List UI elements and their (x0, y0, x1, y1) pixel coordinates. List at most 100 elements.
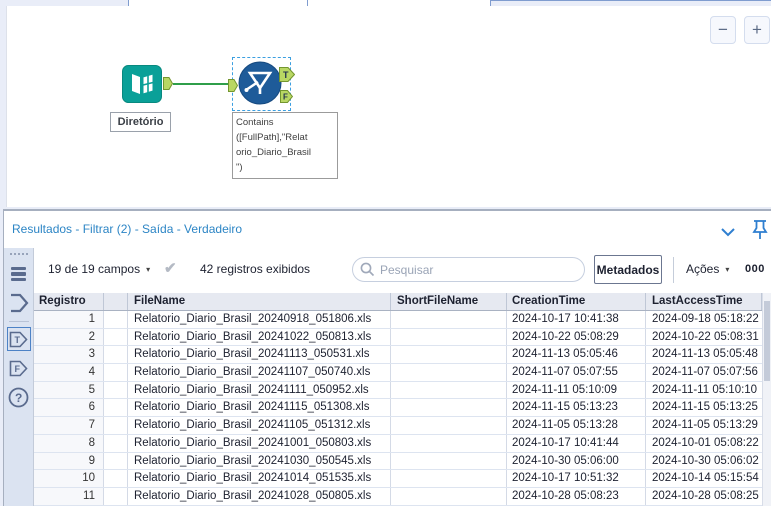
false-anchor-button[interactable]: F (7, 356, 31, 380)
cell-creationtime[interactable]: 2024-10-17 10:51:32 (507, 470, 646, 487)
cell-registro[interactable]: 1 (34, 311, 104, 328)
directory-output-anchor[interactable] (163, 77, 174, 95)
cell-shortfilename[interactable] (391, 487, 507, 505)
cell-registro[interactable]: 2 (34, 328, 104, 346)
collapse-chevron-icon[interactable] (721, 224, 735, 242)
filter-input-anchor[interactable] (228, 79, 239, 97)
cell-filename[interactable]: Relatorio_Diario_Brasil_20241113_050531.… (128, 346, 391, 364)
cell-shortfilename[interactable] (391, 434, 507, 452)
cell-shortfilename[interactable] (391, 328, 507, 346)
cell-shortfilename[interactable] (391, 311, 507, 328)
cell-shortfilename[interactable] (391, 452, 507, 470)
cell-gutter[interactable] (104, 417, 128, 434)
cell-lastaccesstime[interactable]: 2024-09-18 05:18:22 (646, 311, 762, 328)
cell-shortfilename[interactable] (391, 399, 507, 417)
cell-lastaccesstime[interactable]: 2024-10-01 05:08:22 (646, 435, 762, 452)
search-input[interactable] (352, 257, 585, 282)
cell-registro[interactable]: 4 (34, 364, 104, 381)
cell-lastaccesstime[interactable]: 2024-10-30 05:06:02 (646, 453, 762, 470)
cell-shortfilename[interactable] (391, 470, 507, 487)
cell-registro[interactable]: 7 (34, 417, 104, 434)
cell-gutter[interactable] (104, 487, 128, 505)
cell-creationtime[interactable]: 2024-11-13 05:05:46 (507, 346, 646, 364)
cell-filename[interactable]: Relatorio_Diario_Brasil_20240918_051806.… (128, 311, 391, 328)
cell-registro[interactable]: 8 (34, 434, 104, 452)
column-header-filename[interactable]: FileName (128, 293, 391, 310)
cell-gutter[interactable] (104, 364, 128, 381)
cell-gutter[interactable] (104, 328, 128, 346)
cell-creationtime[interactable]: 2024-10-17 10:41:38 (507, 311, 646, 328)
plus-icon: + (752, 20, 762, 39)
cell-gutter[interactable] (104, 399, 128, 417)
input-connection-button[interactable] (7, 291, 31, 315)
zoom-in-button[interactable]: + (744, 16, 770, 44)
cell-gutter[interactable] (104, 381, 128, 399)
cell-registro[interactable]: 11 (34, 487, 104, 505)
true-anchor-button[interactable]: T (6, 327, 31, 351)
cell-filename[interactable]: Relatorio_Diario_Brasil_20241022_050813.… (128, 328, 391, 346)
cell-lastaccesstime[interactable]: 2024-11-15 05:13:25 (646, 399, 762, 416)
metadata-button[interactable]: Metadados (594, 255, 662, 284)
drag-handle[interactable] (9, 251, 28, 257)
cell-creationtime[interactable]: 2024-10-30 05:06:00 (507, 452, 646, 470)
cell-shortfilename[interactable] (391, 381, 507, 399)
cell-lastaccesstime[interactable]: 2024-10-14 05:15:54 (646, 470, 762, 487)
cell-creationtime[interactable]: 2024-11-11 05:10:09 (507, 381, 646, 399)
fields-dropdown[interactable]: 19 de 19 campos ▾ (48, 262, 150, 276)
svg-text:F: F (15, 364, 21, 374)
cell-filename[interactable]: Relatorio_Diario_Brasil_20241014_051535.… (128, 470, 391, 487)
cell-lastaccesstime[interactable]: 2024-11-05 05:13:29 (646, 417, 762, 434)
cell-shortfilename[interactable] (391, 346, 507, 364)
cell-lastaccesstime[interactable]: 2024-10-22 05:08:31 (646, 329, 762, 346)
actions-dropdown[interactable]: Ações ▾ (686, 262, 729, 276)
column-header-gutter[interactable] (104, 293, 128, 310)
cell-shortfilename[interactable] (391, 417, 507, 434)
pin-icon[interactable] (751, 219, 769, 246)
cell-registro[interactable]: 3 (34, 346, 104, 364)
cell-creationtime[interactable]: 2024-10-17 10:41:44 (507, 434, 646, 452)
cell-filename[interactable]: Relatorio_Diario_Brasil_20241001_050803.… (128, 434, 391, 452)
directory-tool[interactable] (122, 65, 162, 103)
cell-filename[interactable]: Relatorio_Diario_Brasil_20241105_051312.… (128, 417, 391, 434)
cell-lastaccesstime[interactable]: 2024-11-13 05:05:48 (646, 346, 762, 363)
cell-registro[interactable]: 9 (34, 452, 104, 470)
cell-gutter[interactable] (104, 452, 128, 470)
scrollbar-thumb[interactable] (764, 301, 770, 381)
cell-lastaccesstime[interactable]: 2024-11-11 05:10:10 (646, 382, 762, 399)
cell-creationtime[interactable]: 2024-11-05 05:13:28 (507, 417, 646, 434)
cell-creationtime[interactable]: 2024-10-28 05:08:23 (507, 487, 646, 505)
cell-gutter[interactable] (104, 311, 128, 328)
column-header-shortfilename[interactable]: ShortFileName (391, 293, 507, 310)
connection-wire[interactable] (173, 83, 231, 85)
cell-filename[interactable]: Relatorio_Diario_Brasil_20241107_050740.… (128, 364, 391, 381)
cell-registro[interactable]: 5 (34, 381, 104, 399)
data-grid-button[interactable] (7, 262, 31, 286)
zoom-out-button[interactable]: − (710, 16, 736, 44)
cell-filename[interactable]: Relatorio_Diario_Brasil_20241111_050952.… (128, 381, 391, 399)
cell-shortfilename[interactable] (391, 364, 507, 381)
cell-creationtime[interactable]: 2024-11-07 05:07:55 (507, 364, 646, 381)
cell-gutter[interactable] (104, 470, 128, 487)
cell-creationtime[interactable]: 2024-10-22 05:08:29 (507, 328, 646, 346)
filter-annotation[interactable]: Contains ([FullPath],"Relat orio_Diario_… (232, 112, 338, 179)
vertical-scrollbar[interactable] (762, 293, 771, 506)
filter-false-output-anchor[interactable]: F (280, 90, 294, 108)
column-header-registro[interactable]: Registro (34, 293, 104, 310)
cell-filename[interactable]: Relatorio_Diario_Brasil_20241030_050545.… (128, 452, 391, 470)
cell-registro[interactable]: 6 (34, 399, 104, 417)
cell-lastaccesstime[interactable]: 2024-11-07 05:07:56 (646, 364, 762, 381)
filter-true-output-anchor[interactable]: T (279, 67, 296, 87)
cell-lastaccesstime[interactable]: 2024-10-28 05:08:25 (646, 488, 762, 505)
cell-gutter[interactable] (104, 434, 128, 452)
cell-viewer-toggle[interactable]: 000 (745, 263, 765, 275)
cell-filename[interactable]: Relatorio_Diario_Brasil_20241028_050805.… (128, 487, 391, 505)
help-button[interactable]: ? (7, 385, 31, 409)
cell-registro[interactable]: 10 (34, 470, 104, 487)
column-header-lastaccesstime[interactable]: LastAccessTime (646, 293, 762, 310)
cell-gutter[interactable] (104, 346, 128, 364)
column-header-creationtime[interactable]: CreationTime (507, 293, 646, 310)
filter-tool[interactable] (238, 61, 282, 105)
cell-creationtime[interactable]: 2024-11-15 05:13:23 (507, 399, 646, 417)
cell-filename[interactable]: Relatorio_Diario_Brasil_20241115_051308.… (128, 399, 391, 417)
workflow-canvas[interactable]: Diretório T F Contains ([FullPath],"Rela… (6, 6, 771, 207)
